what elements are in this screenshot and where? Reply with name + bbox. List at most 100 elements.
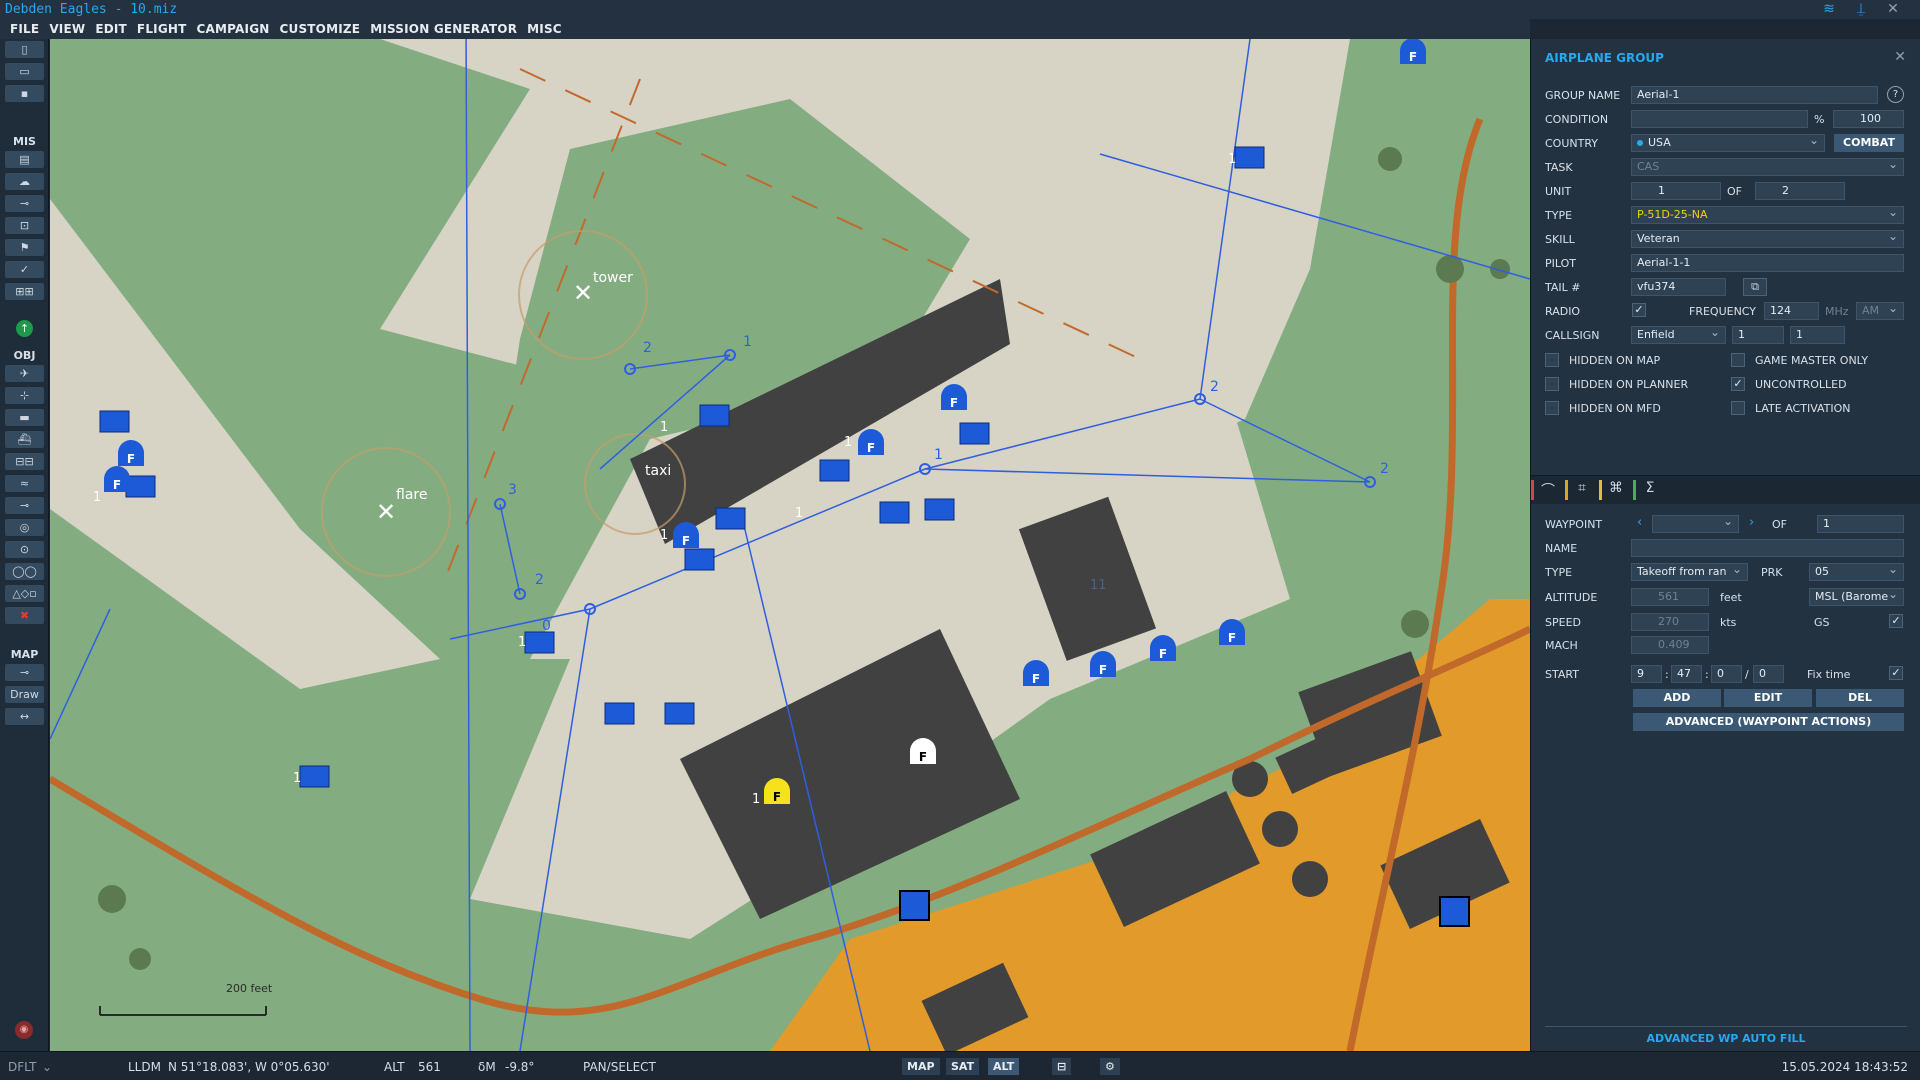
tab-summary-icon[interactable]: Σ	[1639, 480, 1661, 500]
waypoint-dropdown[interactable]	[1652, 515, 1739, 533]
trigger-icon[interactable]: ⊡	[5, 217, 44, 234]
map-canvas[interactable]: 11 tower flare taxi ✕ ✕ 2 1 2 3 2 1 2 0 …	[50, 39, 1530, 1051]
delete-icon[interactable]: ✖	[5, 607, 44, 624]
advanced-waypoint-actions-button[interactable]: ADVANCED (WAYPOINT ACTIONS)	[1633, 713, 1904, 731]
start-day-field[interactable]: 0	[1753, 665, 1784, 683]
tab-payload-icon[interactable]: ⌗	[1571, 480, 1593, 500]
delete-waypoint-button[interactable]: DEL	[1816, 689, 1904, 707]
edit-waypoint-button[interactable]: EDIT	[1724, 689, 1812, 707]
menu-campaign[interactable]: CAMPAIGN	[197, 22, 270, 36]
next-waypoint-icon[interactable]: ›	[1749, 515, 1754, 530]
ground-unit-marker[interactable]	[924, 498, 955, 521]
altitude-reference-dropdown[interactable]: MSL (Barome	[1809, 588, 1904, 606]
ground-unit-marker[interactable]	[524, 631, 555, 654]
close-icon[interactable]: ✕	[1884, 1, 1902, 17]
ground-unit-marker[interactable]	[299, 765, 330, 788]
menu-file[interactable]: FILE	[10, 22, 39, 36]
briefing-icon[interactable]: ▤	[5, 151, 44, 168]
waypoint-tool-icon[interactable]: ⊸	[5, 497, 44, 514]
altitude-field[interactable]: 561	[1631, 588, 1709, 606]
layer-dropdown[interactable]: DFLT	[8, 1060, 37, 1074]
chevron-down-icon[interactable]: ⌄	[42, 1060, 52, 1074]
open-file-icon[interactable]: ▭	[5, 63, 44, 80]
up-arrow-icon[interactable]: ↑	[16, 320, 33, 337]
antenna-icon[interactable]: ⍊	[1852, 1, 1870, 17]
menu-mission-generator[interactable]: MISSION GENERATOR	[370, 22, 517, 36]
unit-total-field[interactable]: 2	[1755, 182, 1845, 200]
start-hours-field[interactable]: 9	[1631, 665, 1662, 683]
fix-time-checkbox[interactable]: ✓	[1889, 666, 1903, 680]
check-icon[interactable]: ✓	[5, 261, 44, 278]
speed-checkbox[interactable]: ✓	[1889, 614, 1903, 628]
condition-field[interactable]: 100	[1833, 110, 1904, 128]
altitude-view-button[interactable]: ALT	[988, 1058, 1020, 1075]
template-icon[interactable]: ≈	[5, 475, 44, 492]
ground-unit-marker[interactable]	[125, 475, 156, 498]
game-master-only-checkbox[interactable]	[1731, 353, 1745, 367]
start-seconds-field[interactable]: 0	[1711, 665, 1742, 683]
menu-view[interactable]: VIEW	[49, 22, 85, 36]
country-dropdown[interactable]: USA	[1631, 134, 1825, 152]
satellite-view-button[interactable]: SAT	[946, 1058, 980, 1075]
copy-icon[interactable]: ⧉	[1743, 278, 1767, 296]
help-icon[interactable]: ?	[1887, 86, 1904, 103]
ground-unit-marker[interactable]	[604, 702, 635, 725]
type-dropdown[interactable]: P-51D-25-NA	[1631, 206, 1904, 224]
ground-unit-marker[interactable]	[1234, 146, 1265, 169]
menu-misc[interactable]: MISC	[527, 22, 562, 36]
panel-close-icon[interactable]: ✕	[1894, 49, 1906, 65]
flag-icon[interactable]: ⚑	[5, 239, 44, 256]
ground-unit-marker[interactable]	[715, 507, 746, 530]
ground-unit-marker[interactable]	[684, 548, 715, 571]
group-icon[interactable]: ◯◯	[5, 563, 44, 580]
ground-unit-marker[interactable]	[99, 410, 130, 433]
tab-aircraft-icon[interactable]: ⌘	[1605, 480, 1627, 500]
ground-unit-marker[interactable]	[959, 422, 990, 445]
pilot-field[interactable]: Aerial-1-1	[1631, 254, 1904, 272]
radio-checkbox[interactable]: ✓	[1632, 303, 1646, 317]
ship-icon[interactable]: ⛴	[5, 431, 44, 448]
static-object-icon[interactable]: ⊟⊟	[5, 453, 44, 470]
resources-icon[interactable]: ⊞⊞	[5, 283, 44, 300]
tail-number-field[interactable]: vfu374	[1631, 278, 1726, 296]
zone-icon[interactable]: ◎	[5, 519, 44, 536]
callsign-dropdown[interactable]: Enfield	[1631, 326, 1726, 344]
condition-slider[interactable]	[1631, 110, 1808, 128]
frequency-field[interactable]: 124	[1764, 302, 1819, 320]
ground-unit-marker[interactable]	[664, 702, 695, 725]
waypoint-name-field[interactable]	[1631, 539, 1904, 557]
mach-field[interactable]: 0.409	[1631, 636, 1709, 654]
modulation-dropdown[interactable]: AM	[1856, 302, 1904, 320]
wifi-icon[interactable]: ≋	[1820, 1, 1838, 17]
menu-edit[interactable]: EDIT	[95, 22, 127, 36]
save-file-icon[interactable]: ▪	[5, 85, 44, 102]
tab-route-icon[interactable]: ⌒	[1537, 480, 1559, 500]
skill-dropdown[interactable]: Veteran	[1631, 230, 1904, 248]
waypoint-total-field[interactable]: 1	[1817, 515, 1904, 533]
menu-flight[interactable]: FLIGHT	[137, 22, 187, 36]
weather-icon[interactable]: ☁	[5, 173, 44, 190]
settings-icon[interactable]: ⚙	[1100, 1058, 1120, 1075]
callsign-flight-field[interactable]: 1	[1790, 326, 1845, 344]
map-view[interactable]: 11 tower flare taxi ✕ ✕ 2 1 2 3 2 1 2 0 …	[50, 39, 1530, 1051]
task-dropdown[interactable]: CAS	[1631, 158, 1904, 176]
coordinate-system-label[interactable]: LLDM	[128, 1060, 161, 1074]
advanced-wp-auto-fill-button[interactable]: ADVANCED WP AUTO FILL	[1545, 1032, 1907, 1045]
new-file-icon[interactable]: ▯	[5, 41, 44, 58]
vehicle-filter-icon[interactable]: ⊟	[1052, 1058, 1072, 1075]
ground-unit-marker[interactable]	[819, 459, 850, 482]
airplane-icon[interactable]: ✈	[5, 365, 44, 382]
parking-dropdown[interactable]: 05	[1809, 563, 1904, 581]
ground-unit-icon[interactable]: ▬	[5, 409, 44, 426]
measure-icon[interactable]: ⊸	[5, 664, 44, 681]
ground-unit-marker[interactable]	[1439, 896, 1470, 927]
ruler-icon[interactable]: ↔	[5, 708, 44, 725]
unit-field[interactable]: 1	[1631, 182, 1721, 200]
previous-waypoint-icon[interactable]: ‹	[1637, 515, 1642, 530]
callsign-number-field[interactable]: 1	[1732, 326, 1784, 344]
ground-unit-marker[interactable]	[899, 890, 930, 921]
hidden-on-mfd-checkbox[interactable]	[1545, 401, 1559, 415]
draw-button[interactable]: Draw	[5, 686, 44, 703]
route-icon[interactable]: ⊸	[5, 195, 44, 212]
target-icon[interactable]: ⊙	[5, 541, 44, 558]
